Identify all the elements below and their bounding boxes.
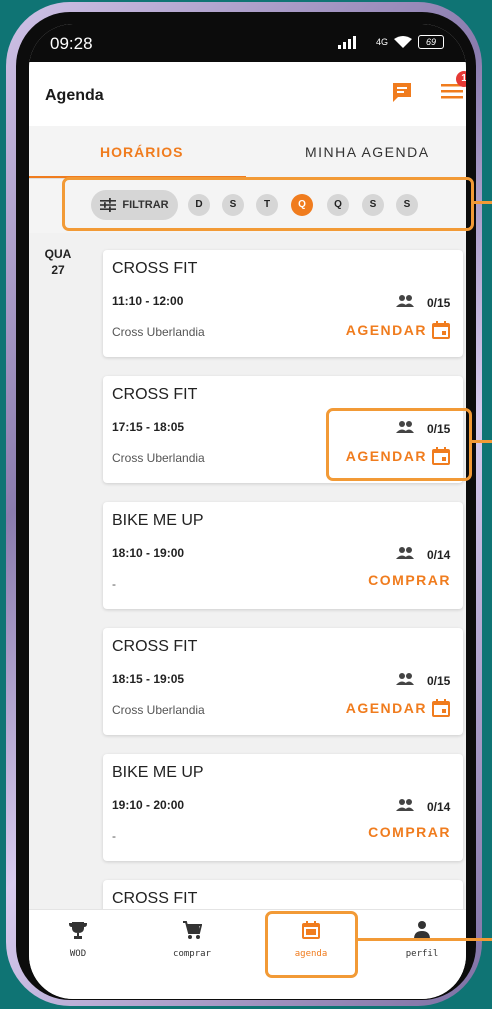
class-capacity: 0/15 — [427, 296, 451, 310]
battery-icon: 69 — [418, 35, 444, 49]
class-name: BIKE ME UP — [112, 512, 204, 529]
class-location: Cross Uberlandia — [112, 451, 205, 465]
people-icon — [396, 547, 414, 559]
people-icon — [396, 295, 414, 307]
class-name: BIKE ME UP — [112, 764, 204, 781]
class-card[interactable]: BIKE ME UP 19:10 - 20:00 0/14 - COMPRAR — [103, 754, 463, 861]
highlight-agenda-nav — [265, 911, 358, 978]
calendar-icon — [432, 321, 450, 339]
date-label: QUA 27 — [43, 246, 73, 278]
class-location: Cross Uberlandia — [112, 703, 205, 717]
highlight-schedule-action — [326, 408, 472, 481]
class-time: 18:15 - 19:05 — [112, 672, 185, 686]
class-capacity: 0/15 — [427, 674, 451, 688]
people-icon — [396, 799, 414, 811]
class-location: - — [112, 829, 116, 843]
people-icon — [396, 673, 414, 685]
notification-badge: 1 — [456, 71, 466, 87]
highlight-connector — [469, 440, 492, 443]
bottom-nav: WOD comprar agenda perfil — [29, 909, 466, 999]
highlight-connector — [355, 938, 492, 941]
class-name: CROSS FIT — [112, 638, 198, 655]
nav-label: WOD — [69, 949, 87, 959]
wifi-icon — [394, 36, 412, 48]
schedule-button[interactable]: AGENDAR — [346, 320, 451, 340]
nav-item-comprar[interactable]: comprar — [147, 920, 237, 959]
schedule-button-label: AGENDAR — [345, 700, 427, 716]
buy-button[interactable]: COMPRAR — [368, 824, 451, 840]
class-card[interactable]: CROSS FIT 11:10 - 12:00 0/15 Cross Uberl… — [103, 250, 463, 357]
person-icon — [414, 921, 430, 939]
class-card[interactable]: CROSS FIT 18:15 - 19:05 0/15 Cross Uberl… — [103, 628, 463, 735]
class-name: CROSS FIT — [112, 386, 198, 403]
class-name: CROSS FIT — [112, 260, 198, 277]
page-title: Agenda — [45, 87, 104, 104]
class-time: 17:15 - 18:05 — [112, 420, 185, 434]
class-capacity: 0/14 — [427, 548, 451, 562]
class-name: CROSS FIT — [112, 890, 198, 907]
trophy-icon — [69, 922, 87, 939]
status-icons: 4G 69 — [337, 35, 444, 49]
class-time: 18:10 - 19:00 — [112, 546, 185, 560]
date-weekday: QUA — [44, 247, 72, 261]
calendar-icon — [432, 699, 450, 717]
class-location: - — [112, 577, 116, 591]
buy-button-label: COMPRAR — [368, 824, 451, 840]
chat-icon[interactable] — [391, 80, 415, 104]
status-bar: 09:28 4G 69 — [29, 24, 466, 62]
phone-screen: 09:28 4G 69 Agenda 1 HORÁRIOS MINHA AGEN — [29, 24, 466, 999]
class-capacity: 0/14 — [427, 800, 451, 814]
nav-label: perfil — [405, 949, 439, 959]
tab-minha-agenda[interactable]: MINHA AGENDA — [305, 144, 430, 160]
signal-icon — [337, 35, 370, 49]
class-card[interactable]: BIKE ME UP 18:10 - 19:00 0/14 - COMPRAR — [103, 502, 463, 609]
schedule-button[interactable]: AGENDAR — [346, 698, 451, 718]
class-location: Cross Uberlandia — [112, 325, 205, 339]
network-type: 4G — [375, 37, 388, 47]
buy-button-label: COMPRAR — [368, 572, 451, 588]
highlight-filter-bar — [62, 177, 474, 231]
tab-bar: HORÁRIOS MINHA AGENDA — [29, 126, 466, 179]
date-day: 27 — [51, 263, 65, 277]
schedule-button-label: AGENDAR — [345, 322, 427, 338]
class-time: 19:10 - 20:00 — [112, 798, 185, 812]
cart-icon — [183, 921, 203, 939]
status-time: 09:28 — [50, 34, 93, 53]
nav-label: comprar — [173, 949, 211, 959]
app-header: Agenda 1 — [29, 62, 466, 126]
highlight-connector — [471, 201, 492, 204]
buy-button[interactable]: COMPRAR — [368, 572, 451, 588]
class-time: 11:10 - 12:00 — [112, 294, 184, 308]
tab-horarios[interactable]: HORÁRIOS — [100, 144, 183, 160]
nav-item-wod[interactable]: WOD — [33, 920, 123, 959]
